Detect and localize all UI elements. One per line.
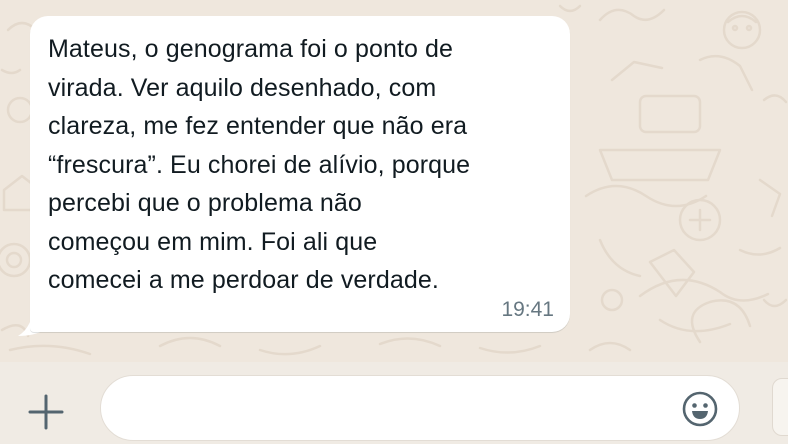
smiley-icon xyxy=(682,391,718,427)
emoji-button[interactable] xyxy=(681,390,719,428)
incoming-message-bubble[interactable]: Mateus, o genograma foi o ponto de virad… xyxy=(30,16,570,332)
attach-button[interactable] xyxy=(20,386,72,438)
message-input[interactable] xyxy=(125,384,669,434)
message-timestamp: 19:41 xyxy=(501,298,554,321)
message-text: Mateus, o genograma foi o ponto de virad… xyxy=(48,35,471,294)
message-composer xyxy=(0,362,788,444)
chat-area: Mateus, o genograma foi o ponto de virad… xyxy=(0,0,788,362)
message-input-box[interactable] xyxy=(100,375,740,441)
send-button[interactable] xyxy=(772,378,788,436)
plus-icon xyxy=(28,394,64,430)
